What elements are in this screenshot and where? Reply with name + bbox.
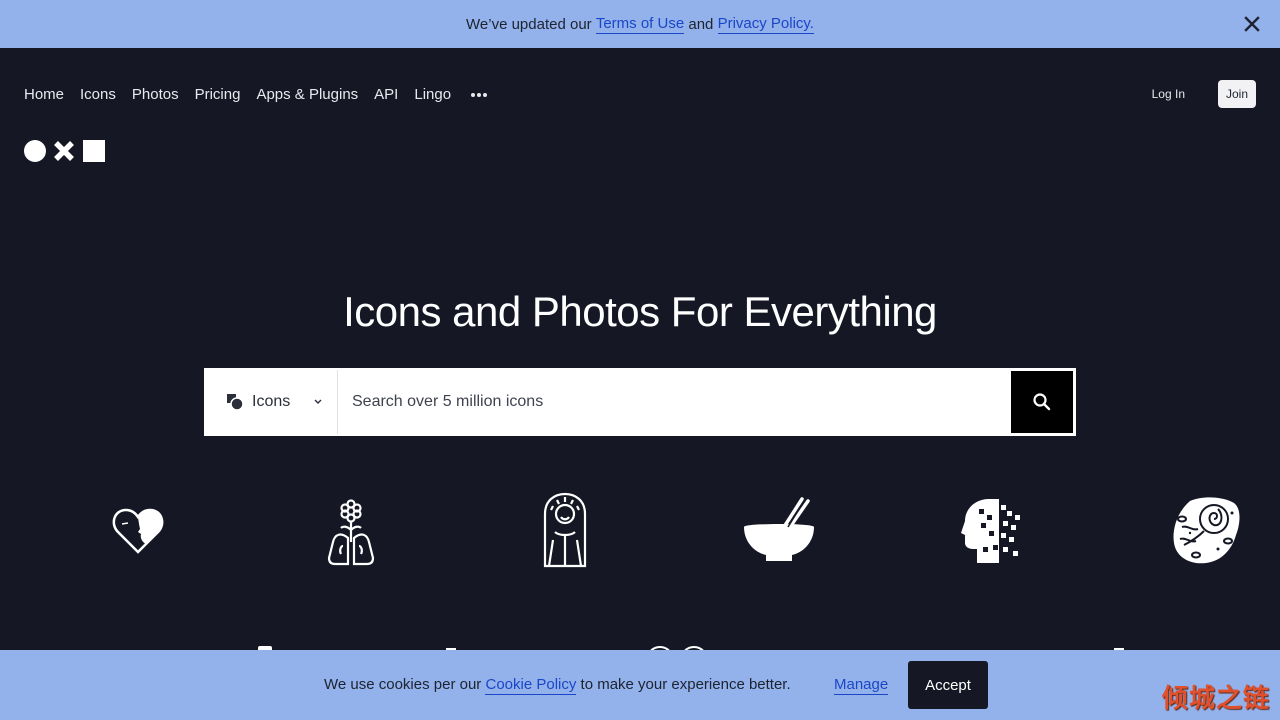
- cookie-policy-link[interactable]: Cookie Policy: [485, 676, 577, 695]
- nav-apps-plugins[interactable]: Apps & Plugins: [256, 86, 358, 103]
- icons-type-icon: [227, 394, 244, 411]
- main-nav: Home Icons Photos Pricing Apps & Plugins…: [0, 48, 1280, 140]
- logo-circle-icon: [24, 140, 46, 162]
- accept-cookies-button[interactable]: Accept: [908, 661, 988, 709]
- featured-icon-2[interactable]: [311, 490, 391, 570]
- heart-face-icon: [112, 508, 164, 554]
- search-bar: Icons: [204, 368, 1076, 436]
- join-button[interactable]: Join: [1218, 80, 1256, 108]
- hero-title: Icons and Photos For Everything: [343, 288, 937, 335]
- chevron-down-icon: [314, 399, 322, 404]
- cookie-banner: We use cookies per our Cookie Policy to …: [0, 650, 1280, 720]
- fossil-stone-icon: [1173, 497, 1240, 564]
- bowl-chopsticks-icon: [744, 497, 814, 561]
- cookie-message: We use cookies per our Cookie Policy to …: [324, 676, 791, 695]
- pixel-head-icon: [961, 499, 1020, 563]
- nav-pricing[interactable]: Pricing: [195, 86, 241, 103]
- watermark-text: 倾城之链: [1161, 684, 1270, 714]
- banner-text-prefix: We’ve updated our: [466, 15, 596, 33]
- logo-square-icon: [83, 140, 105, 162]
- manage-cookies-link[interactable]: Manage: [834, 676, 889, 695]
- noun-project-logo[interactable]: [24, 140, 105, 162]
- featured-icon-4[interactable]: [739, 490, 819, 570]
- featured-icons-row: [0, 490, 1280, 570]
- search-type-dropdown[interactable]: Icons: [206, 370, 338, 434]
- flower-lungs-icon: [327, 499, 375, 566]
- cookie-text-suffix: to make your experience better.: [576, 676, 791, 693]
- featured-icon-5[interactable]: [952, 490, 1032, 570]
- featured-icon-3[interactable]: [525, 490, 605, 570]
- search-button[interactable]: [1011, 371, 1073, 433]
- policy-update-banner: We’ve updated our Terms of Use and Priva…: [0, 0, 1280, 48]
- search-icon: [1033, 393, 1051, 411]
- nav-api[interactable]: API: [374, 86, 398, 103]
- banner-text-middle: and: [684, 15, 718, 33]
- woman-veil-icon: [543, 492, 587, 568]
- cookie-text-prefix: We use cookies per our: [324, 676, 486, 693]
- nav-lingo[interactable]: Lingo: [414, 86, 451, 103]
- nav-icons[interactable]: Icons: [80, 86, 116, 103]
- nav-home[interactable]: Home: [24, 86, 64, 103]
- search-input[interactable]: [338, 370, 1010, 434]
- terms-of-use-link[interactable]: Terms of Use: [595, 15, 685, 34]
- logo-x-icon: [54, 141, 74, 161]
- nav-photos[interactable]: Photos: [132, 86, 179, 103]
- close-banner-button[interactable]: [1242, 14, 1262, 34]
- featured-icon-1[interactable]: [98, 490, 178, 570]
- more-horizontal-icon[interactable]: [471, 92, 488, 97]
- login-link[interactable]: Log In: [1152, 87, 1185, 101]
- featured-icon-6[interactable]: [1166, 490, 1246, 570]
- search-type-label: Icons: [252, 393, 291, 410]
- privacy-policy-link[interactable]: Privacy Policy.: [717, 15, 814, 34]
- close-icon: [1244, 16, 1260, 32]
- nav-links: Home Icons Photos Pricing Apps & Plugins…: [24, 86, 488, 103]
